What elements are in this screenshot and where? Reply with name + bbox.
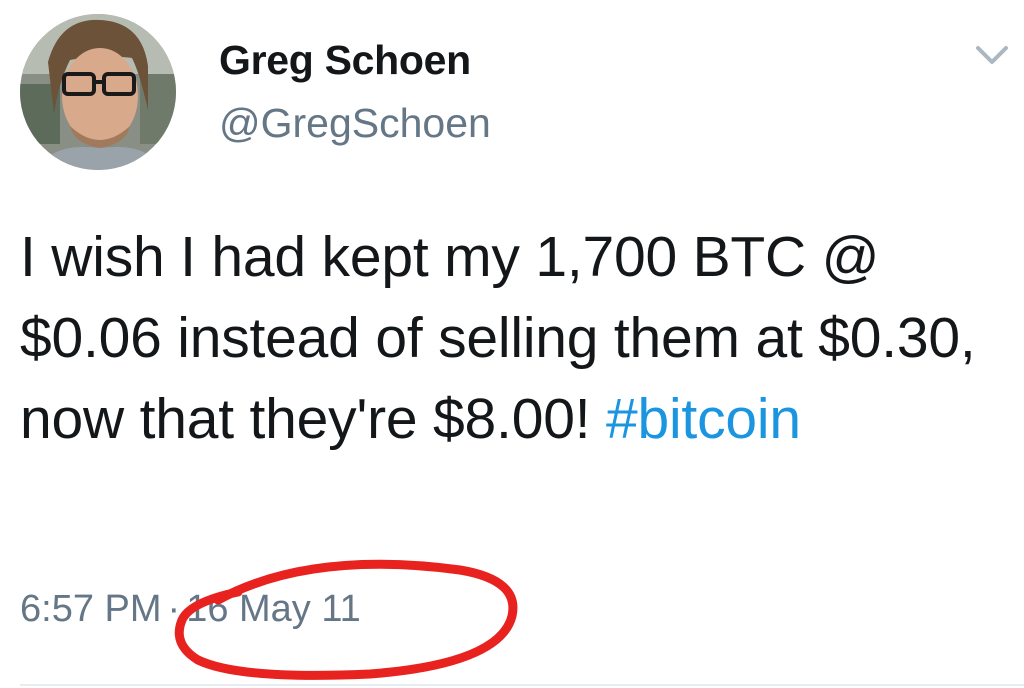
hashtag-link[interactable]: #bitcoin — [606, 387, 801, 451]
tweet-text: I wish I had kept my 1,700 BTC @ $0.06 i… — [20, 217, 1020, 460]
author-handle[interactable]: @GregSchoen — [219, 100, 491, 147]
tweet-card: Greg Schoen @GregSchoen I wish I had kep… — [0, 0, 1024, 688]
tweet-timestamp[interactable]: 6:57 PM · 16 May 11 — [20, 588, 361, 631]
author-name[interactable]: Greg Schoen — [219, 37, 471, 84]
profile-photo-icon — [20, 14, 176, 170]
tweet-date: 16 May 11 — [186, 588, 361, 630]
meta-separator: · — [167, 588, 181, 630]
tweet-body: I wish I had kept my 1,700 BTC @ $0.06 i… — [20, 225, 976, 451]
divider — [20, 684, 1024, 686]
tweet-time: 6:57 PM — [20, 588, 162, 630]
avatar[interactable] — [20, 14, 176, 170]
chevron-down-icon[interactable] — [972, 36, 1012, 76]
